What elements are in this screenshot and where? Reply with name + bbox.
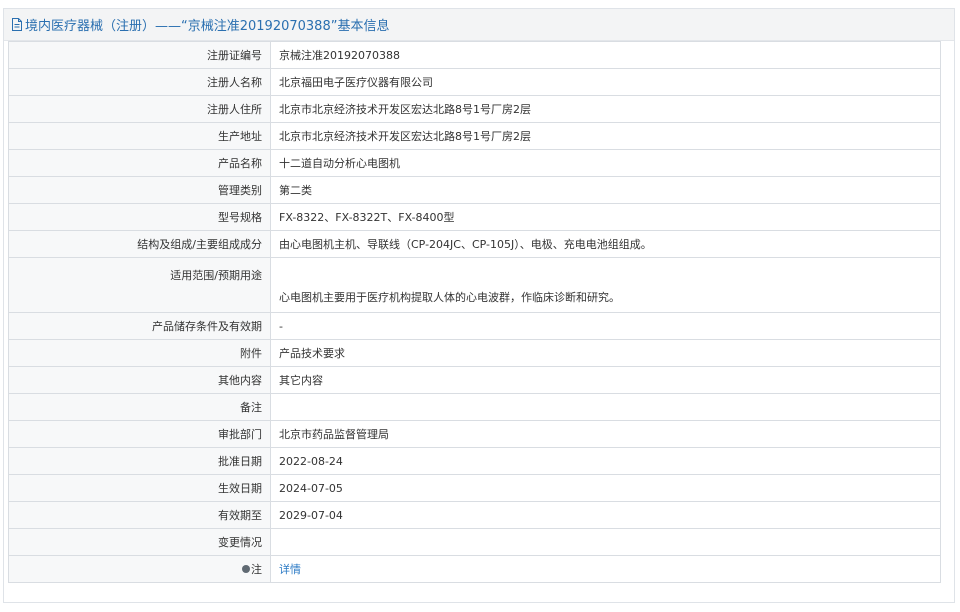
panel-header: 境内医疗器械（注册）——“京械注准20192070388”基本信息 — [4, 9, 954, 41]
page-title: 境内医疗器械（注册）——“京械注准20192070388”基本信息 — [25, 19, 390, 34]
note-label-cell: 注 — [8, 555, 271, 583]
table-row: 注册人名称 北京福田电子医疗仪器有限公司 — [8, 68, 941, 96]
table-row: 型号规格 FX-8322、FX-8322T、FX-8400型 — [8, 203, 941, 231]
row-label: 生效日期 — [8, 474, 271, 502]
table-row: 其他内容 其它内容 — [8, 366, 941, 394]
row-value: 其它内容 — [270, 366, 941, 394]
table-row: 生效日期 2024-07-05 — [8, 474, 941, 502]
table-row: 结构及组成/主要组成成分 由心电图机主机、导联线（CP-204JC、CP-105… — [8, 230, 941, 258]
row-value: 十二道自动分析心电图机 — [270, 149, 941, 177]
note-label: 注 — [251, 563, 262, 576]
row-value: 京械注准20192070388 — [270, 41, 941, 69]
row-label: 产品名称 — [8, 149, 271, 177]
table-row: 管理类别 第二类 — [8, 176, 941, 204]
row-label: 批准日期 — [8, 447, 271, 475]
table-row: 批准日期 2022-08-24 — [8, 447, 941, 475]
table-row: 注册人住所 北京市北京经济技术开发区宏达北路8号1号厂房2层 — [8, 95, 941, 123]
details-link[interactable]: 详情 — [279, 563, 301, 576]
row-value: 2029-07-04 — [270, 501, 941, 529]
table-row: 产品储存条件及有效期 - — [8, 312, 941, 340]
table-row: 适用范围/预期用途 心电图机主要用于医疗机构提取人体的心电波群，作临床诊断和研究… — [8, 257, 941, 313]
row-value: - — [270, 312, 941, 340]
row-label: 生产地址 — [8, 122, 271, 150]
row-label: 注册证编号 — [8, 41, 271, 69]
table-row: 变更情况 — [8, 528, 941, 556]
table-row: 产品名称 十二道自动分析心电图机 — [8, 149, 941, 177]
row-value — [270, 528, 941, 556]
row-value — [270, 393, 941, 421]
row-value: 北京市北京经济技术开发区宏达北路8号1号厂房2层 — [270, 122, 941, 150]
table-row: 注册证编号 京械注准20192070388 — [8, 41, 941, 69]
row-label: 审批部门 — [8, 420, 271, 448]
row-value: 北京市药品监督管理局 — [270, 420, 941, 448]
table-row: 备注 — [8, 393, 941, 421]
row-label: 适用范围/预期用途 — [8, 257, 271, 313]
row-label: 型号规格 — [8, 203, 271, 231]
row-value: 第二类 — [270, 176, 941, 204]
row-value: 2024-07-05 — [270, 474, 941, 502]
info-table: 注册证编号 京械注准20192070388 注册人名称 北京福田电子医疗仪器有限… — [8, 41, 941, 583]
row-label: 产品储存条件及有效期 — [8, 312, 271, 340]
document-icon — [11, 18, 23, 31]
row-label: 管理类别 — [8, 176, 271, 204]
note-row: 注 详情 — [8, 555, 941, 583]
table-row: 附件 产品技术要求 — [8, 339, 941, 367]
pin-icon — [242, 565, 250, 573]
row-value: 2022-08-24 — [270, 447, 941, 475]
row-label: 注册人住所 — [8, 95, 271, 123]
row-value: FX-8322、FX-8322T、FX-8400型 — [270, 203, 941, 231]
row-label: 附件 — [8, 339, 271, 367]
row-value: 北京福田电子医疗仪器有限公司 — [270, 68, 941, 96]
row-label: 有效期至 — [8, 501, 271, 529]
row-value: 由心电图机主机、导联线（CP-204JC、CP-105J）、电极、充电电池组组成… — [270, 230, 941, 258]
row-label: 备注 — [8, 393, 271, 421]
row-label: 其他内容 — [8, 366, 271, 394]
note-value-cell: 详情 — [270, 555, 941, 583]
table-row: 生产地址 北京市北京经济技术开发区宏达北路8号1号厂房2层 — [8, 122, 941, 150]
row-value: 心电图机主要用于医疗机构提取人体的心电波群，作临床诊断和研究。 — [270, 257, 941, 313]
table-row: 审批部门 北京市药品监督管理局 — [8, 420, 941, 448]
row-label: 结构及组成/主要组成成分 — [8, 230, 271, 258]
table-row: 有效期至 2029-07-04 — [8, 501, 941, 529]
row-label: 变更情况 — [8, 528, 271, 556]
row-value: 产品技术要求 — [270, 339, 941, 367]
row-label: 注册人名称 — [8, 68, 271, 96]
row-value: 北京市北京经济技术开发区宏达北路8号1号厂房2层 — [270, 95, 941, 123]
